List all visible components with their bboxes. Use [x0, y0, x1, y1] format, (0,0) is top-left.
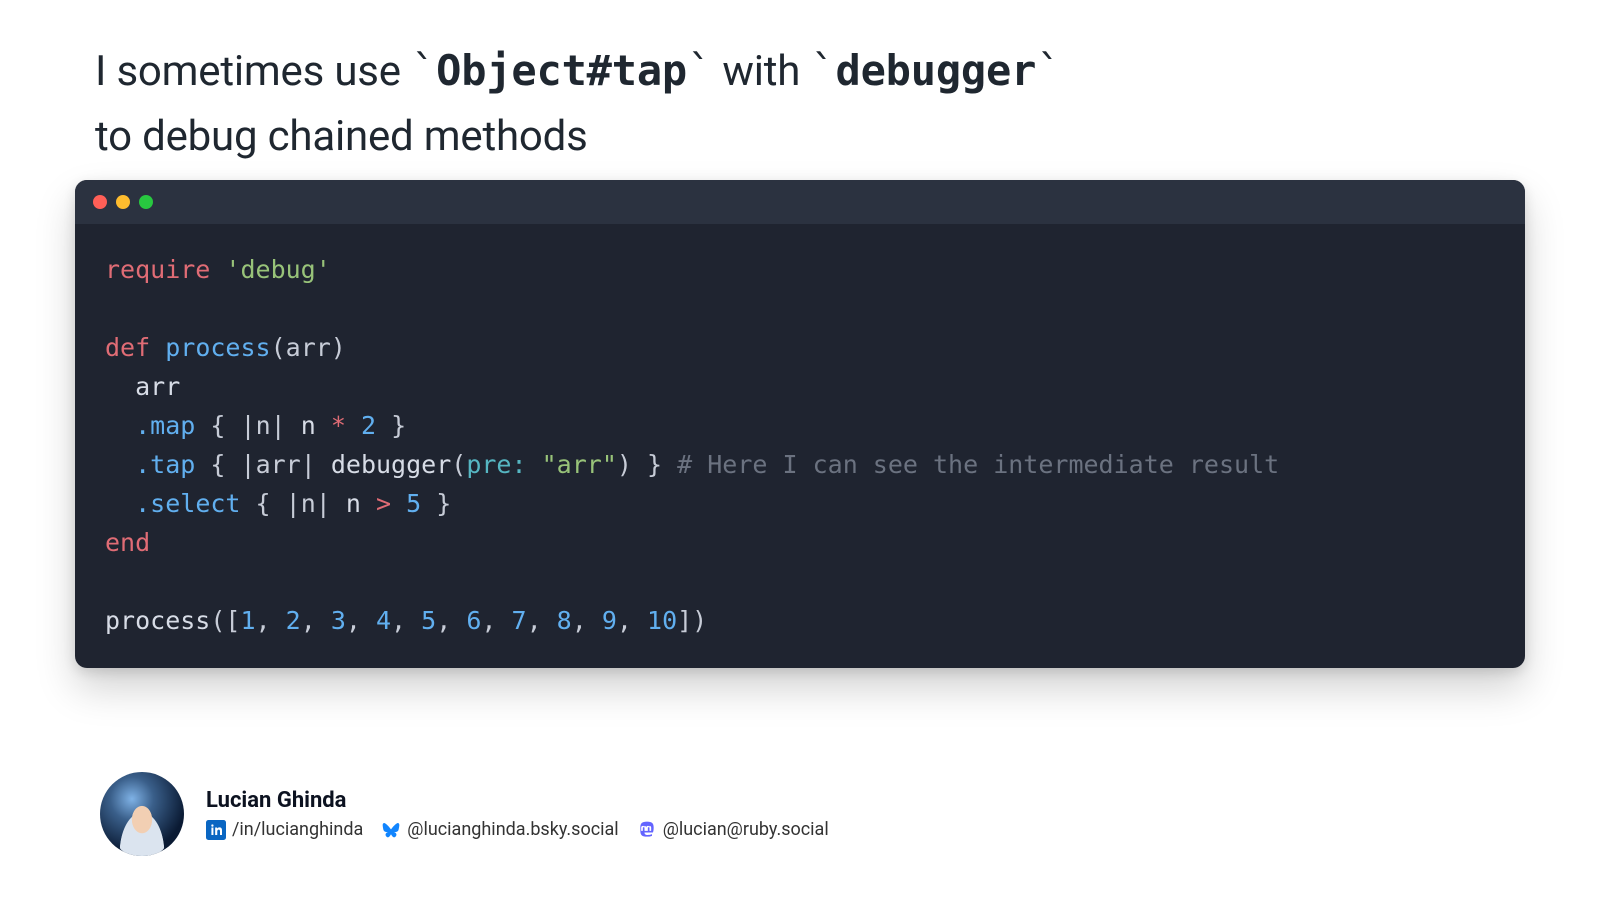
method-tap: .tap [135, 450, 195, 479]
num-literal: 5 [421, 606, 436, 635]
comma: , [527, 606, 557, 635]
string-debug: 'debug' [225, 255, 330, 284]
author-name: Lucian Ghinda [206, 788, 829, 813]
block-param-arr: |arr| [241, 450, 316, 479]
comma: , [301, 606, 331, 635]
paren-close: ) [331, 333, 346, 362]
kw-require: require [105, 255, 210, 284]
array-close: ]) [677, 606, 707, 635]
num-literal: 8 [557, 606, 572, 635]
method-map: .map [135, 411, 195, 440]
paren-open: ( [451, 450, 466, 479]
num-literal: 3 [331, 606, 346, 635]
call-debugger: debugger [331, 450, 451, 479]
author-info: Lucian Ghinda /in/lucianghinda @luciangh… [206, 788, 829, 840]
mastodon-link[interactable]: @lucian@ruby.social [637, 819, 829, 840]
comment: # Here I can see the intermediate result [677, 450, 1279, 479]
code-window: require 'debug' def process(arr) arr .ma… [75, 180, 1525, 668]
kw-end: end [105, 528, 150, 557]
comma: , [391, 606, 421, 635]
comma: , [256, 606, 286, 635]
traffic-light-close-icon [93, 195, 107, 209]
bluesky-link[interactable]: @lucianghinda.bsky.social [381, 819, 618, 840]
num-literal: 7 [512, 606, 527, 635]
block-param-n: |n| [241, 411, 286, 440]
comma: , [346, 606, 376, 635]
brace-open: { [210, 450, 225, 479]
var-n: n [346, 489, 361, 518]
num-literal: 6 [466, 606, 481, 635]
num-literal: 2 [286, 606, 301, 635]
paren-open: ( [271, 333, 286, 362]
comma: , [572, 606, 602, 635]
heading-line2: to debug chained methods [95, 112, 588, 161]
linkedin-icon [206, 820, 226, 840]
mastodon-icon [637, 820, 657, 840]
author-avatar [100, 772, 184, 856]
fn-process: process [165, 333, 270, 362]
var-n: n [301, 411, 316, 440]
brace-close: } [436, 489, 451, 518]
num-literal: 10 [647, 606, 677, 635]
op-star: * [331, 411, 346, 440]
var-arr: arr [135, 372, 180, 401]
comma: , [617, 606, 647, 635]
param-arr: arr [286, 333, 331, 362]
inline-code-object-tap: Object#tap [436, 46, 687, 95]
comma: , [436, 606, 466, 635]
backtick: ` [411, 46, 436, 95]
op-gt: > [376, 489, 391, 518]
call-process: process [105, 606, 210, 635]
mastodon-handle: @lucian@ruby.social [663, 819, 829, 840]
inline-code-debugger: debugger [836, 46, 1037, 95]
array-open: ([ [210, 606, 240, 635]
bluesky-handle: @lucianghinda.bsky.social [407, 819, 618, 840]
num-literal: 4 [376, 606, 391, 635]
num-2: 2 [361, 411, 376, 440]
backtick: ` [810, 46, 835, 95]
backtick: ` [687, 46, 712, 95]
num-5: 5 [406, 489, 421, 518]
linkedin-link[interactable]: /in/lucianghinda [206, 819, 363, 840]
heading-prefix: I sometimes use [95, 47, 411, 96]
string-arr: "arr" [542, 450, 617, 479]
traffic-light-minimize-icon [116, 195, 130, 209]
brace-close: } [647, 450, 662, 479]
method-select: .select [135, 489, 240, 518]
heading-mid: with [712, 47, 810, 96]
social-links: /in/lucianghinda @lucianghinda.bsky.soci… [206, 819, 829, 840]
window-titlebar [75, 180, 1525, 224]
brace-close: } [391, 411, 406, 440]
backtick: ` [1036, 46, 1061, 95]
array-literal: 1, 2, 3, 4, 5, 6, 7, 8, 9, 10 [240, 606, 677, 635]
brace-open: { [256, 489, 271, 518]
code-block: require 'debug' def process(arr) arr .ma… [75, 224, 1525, 668]
slide-heading: I sometimes use `Object#tap` with `debug… [95, 38, 1061, 169]
bluesky-icon [381, 820, 401, 840]
kw-def: def [105, 333, 150, 362]
block-param-n: |n| [286, 489, 331, 518]
kwarg-pre: pre: [466, 450, 526, 479]
brace-open: { [210, 411, 225, 440]
num-literal: 1 [240, 606, 255, 635]
paren-close: ) [617, 450, 632, 479]
comma: , [481, 606, 511, 635]
num-literal: 9 [602, 606, 617, 635]
traffic-light-zoom-icon [139, 195, 153, 209]
linkedin-handle: /in/lucianghinda [232, 819, 363, 840]
author-footer: Lucian Ghinda /in/lucianghinda @luciangh… [100, 772, 829, 856]
